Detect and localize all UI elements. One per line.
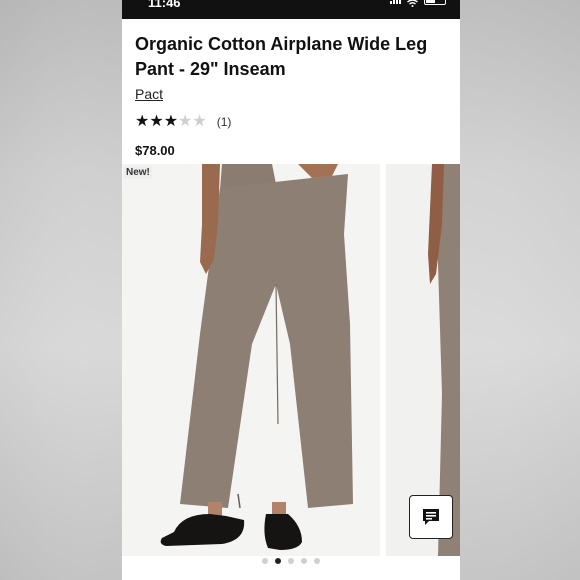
chat-bubble-icon <box>423 509 439 525</box>
new-badge: New! <box>124 166 152 179</box>
pagination-dot[interactable] <box>262 558 268 564</box>
phone-screen: 11:46 Organic Cotton Airplane Wide Leg P… <box>122 0 460 580</box>
product-title: Organic Cotton Airplane Wide Leg Pant - … <box>135 34 428 79</box>
chat-button[interactable] <box>409 495 453 539</box>
star-icon: ★ <box>178 113 193 130</box>
status-icons <box>390 0 446 10</box>
signal-icon <box>390 0 401 4</box>
background-blur-left <box>0 0 122 580</box>
pagination-dot[interactable] <box>275 558 281 564</box>
pagination-dot[interactable] <box>301 558 307 564</box>
status-bar: 11:46 <box>122 0 460 19</box>
star-icon: ★ <box>149 113 164 130</box>
status-time: 11:46 <box>148 0 181 10</box>
star-icon: ★ <box>192 113 207 130</box>
brand-link[interactable]: Pact <box>135 86 163 102</box>
star-icon: ★ <box>163 113 179 130</box>
rating[interactable]: ★★★★★ (1) <box>135 113 231 131</box>
pagination-dot[interactable] <box>288 558 294 564</box>
product-image-main[interactable]: New! <box>122 164 380 556</box>
pants-photo <box>122 164 380 556</box>
star-icon: ★ <box>135 113 150 130</box>
review-count: (1) <box>216 115 232 129</box>
pagination-dot[interactable] <box>314 558 320 564</box>
gallery-pagination[interactable] <box>122 558 460 564</box>
background-blur-right <box>460 0 580 580</box>
wifi-icon <box>407 0 418 10</box>
rating-stars: ★★★★★ <box>135 113 207 131</box>
product-price: $78.00 <box>135 143 175 158</box>
battery-icon <box>424 0 446 5</box>
